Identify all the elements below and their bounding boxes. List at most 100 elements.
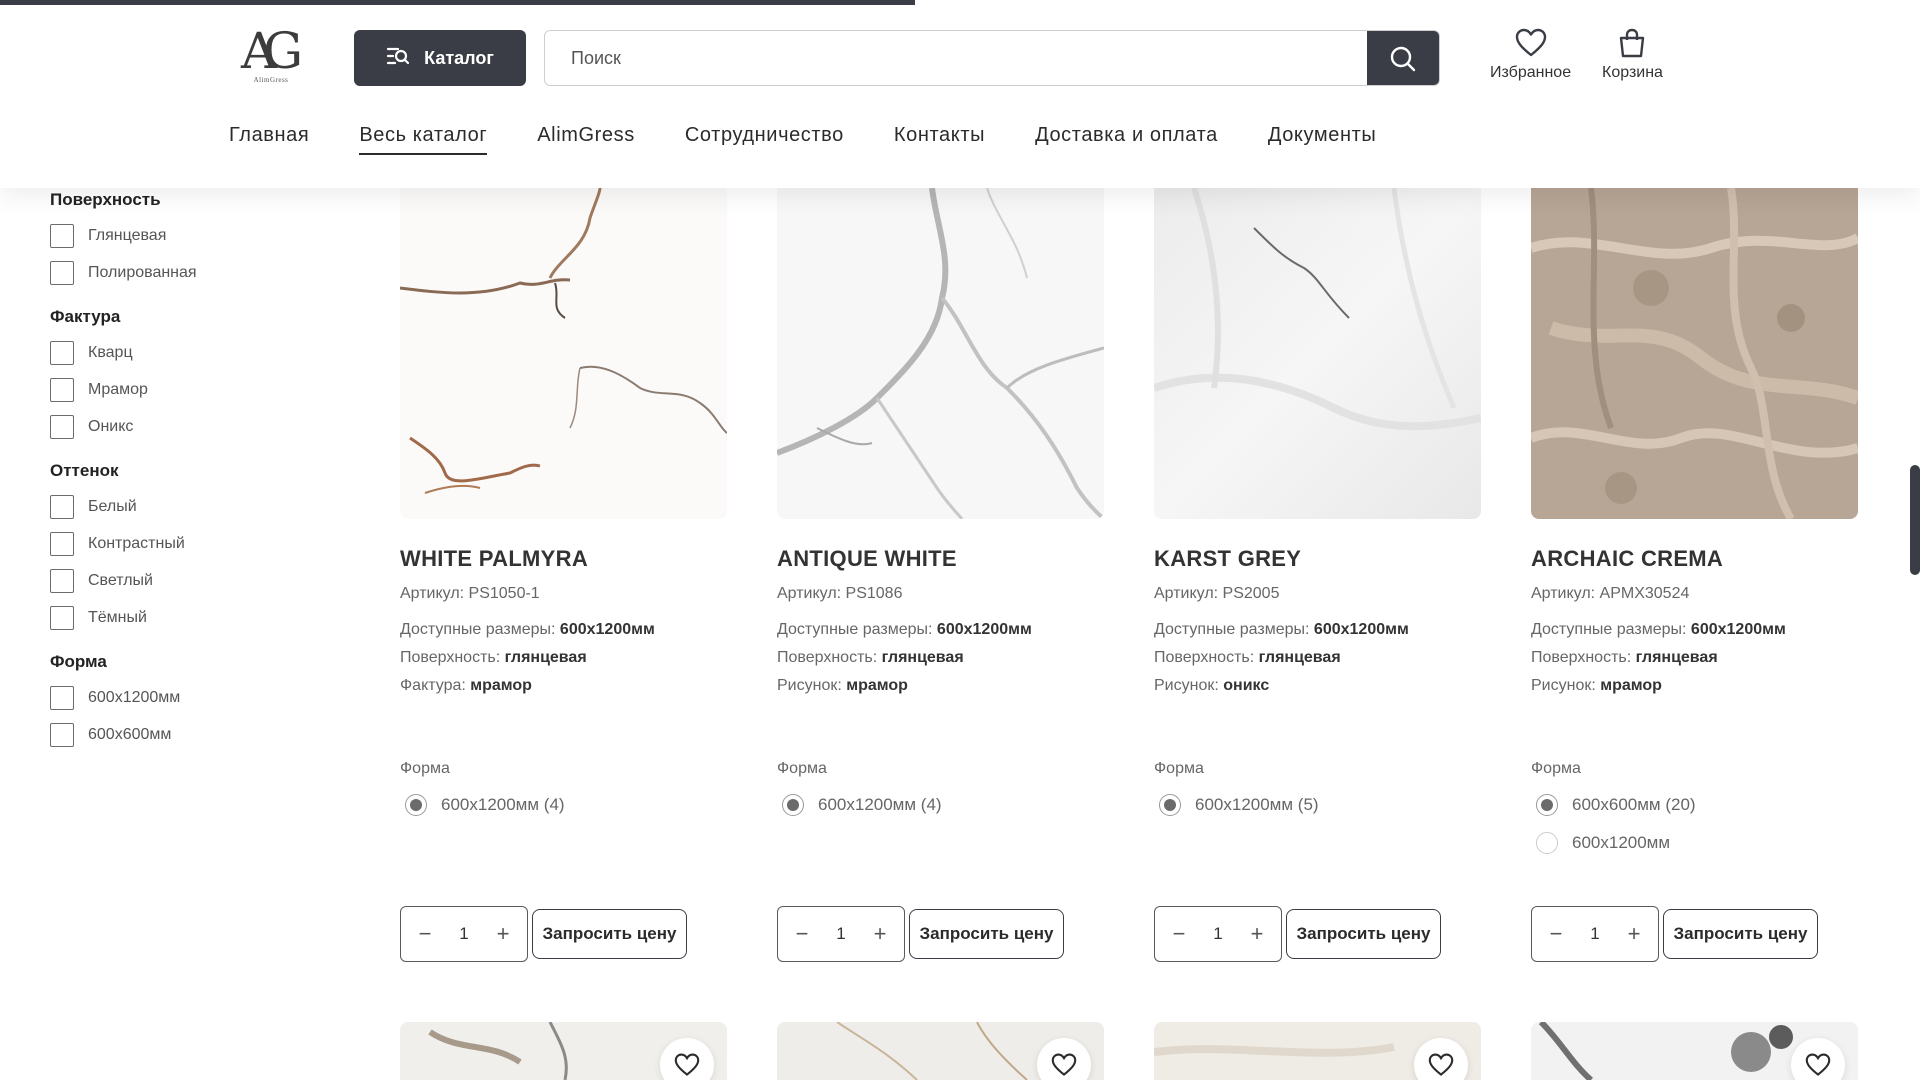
filter-option[interactable]: Тёмный — [50, 606, 330, 630]
nav-cooperation[interactable]: Сотрудничество — [685, 124, 844, 155]
checkbox[interactable] — [50, 415, 74, 439]
request-price-button[interactable]: Запросить цену — [532, 909, 687, 959]
filter-option[interactable]: Кварц — [50, 341, 330, 365]
filter-option[interactable]: Глянцевая — [50, 224, 330, 248]
spec-label: Доступные размеры: — [1531, 621, 1687, 638]
quantity-value[interactable]: 1 — [1213, 924, 1222, 944]
forma-option-label: 600x1200мм (4) — [818, 795, 942, 814]
checkbox[interactable] — [50, 341, 74, 365]
logo[interactable]: AG AlimGress — [240, 24, 303, 90]
nav-contacts[interactable]: Контакты — [894, 124, 985, 155]
spec-label: Доступные размеры: — [1154, 621, 1310, 638]
search-input[interactable] — [545, 31, 1367, 85]
product-image[interactable] — [1531, 188, 1858, 519]
forma-label: Форма — [1531, 760, 1581, 777]
forma-label: Форма — [777, 760, 827, 777]
minus-icon[interactable]: − — [792, 923, 812, 945]
quantity-value[interactable]: 1 — [1590, 924, 1599, 944]
favorites-link[interactable]: Избранное — [1490, 28, 1571, 82]
checkbox[interactable] — [50, 606, 74, 630]
filter-option[interactable]: Мрамор — [50, 378, 330, 402]
radio-button[interactable] — [1159, 794, 1181, 816]
nav-documents[interactable]: Документы — [1268, 124, 1377, 155]
checkbox[interactable] — [50, 569, 74, 593]
plus-icon[interactable]: + — [493, 923, 513, 945]
checkbox[interactable] — [50, 495, 74, 519]
spec-label: Доступные размеры: — [777, 621, 933, 638]
search-icon — [1390, 46, 1416, 72]
product-image[interactable] — [400, 188, 727, 519]
quantity-stepper: − 1 + — [1154, 906, 1282, 962]
request-price-button[interactable]: Запросить цену — [909, 909, 1064, 959]
filter-option[interactable]: Контрастный — [50, 532, 330, 556]
quantity-value[interactable]: 1 — [836, 924, 845, 944]
nav-catalog[interactable]: Весь каталог — [359, 124, 488, 155]
filter-option-label: Оникс — [88, 418, 134, 435]
filter-option[interactable]: 600x600мм — [50, 723, 330, 747]
filter-option[interactable]: Полированная — [50, 261, 330, 285]
cart-link[interactable]: Корзина — [1602, 28, 1663, 82]
product-name[interactable]: WHITE PALMYRA — [400, 546, 727, 572]
plus-icon[interactable]: + — [1624, 923, 1644, 945]
forma-option[interactable]: 600x1200мм (4) — [782, 794, 942, 816]
checkbox[interactable] — [50, 723, 74, 747]
nav-alimgress[interactable]: AlimGress — [537, 124, 635, 155]
minus-icon[interactable]: − — [1546, 923, 1566, 945]
product-surface: Поверхность: глянцевая — [777, 649, 1104, 667]
forma-option[interactable]: 600x1200мм (5) — [1159, 794, 1319, 816]
heart-icon — [674, 1053, 700, 1076]
product-name[interactable]: ARCHAIC CREMA — [1531, 546, 1858, 572]
spec-label: Рисунок: — [777, 677, 842, 694]
radio-button[interactable] — [1536, 832, 1558, 854]
search-button[interactable] — [1367, 31, 1439, 85]
radio-button[interactable] — [405, 794, 427, 816]
radio-button[interactable] — [782, 794, 804, 816]
checkbox[interactable] — [50, 224, 74, 248]
product-image[interactable] — [1154, 188, 1481, 519]
spec-value: глянцевая — [881, 649, 964, 666]
quantity-value[interactable]: 1 — [459, 924, 468, 944]
nav-home[interactable]: Главная — [229, 124, 309, 155]
forma-option[interactable]: 600x1200мм — [1536, 832, 1670, 854]
filter-option[interactable]: Светлый — [50, 569, 330, 593]
product-card: ARCHAIC CREMA Артикул: APMX30524 Доступн… — [1531, 188, 1858, 695]
checkbox[interactable] — [50, 686, 74, 710]
filter-option[interactable]: 600x1200мм — [50, 686, 330, 710]
filter-option-label: Полированная — [88, 264, 197, 281]
main-nav: Главная Весь каталог AlimGress Сотруднич… — [229, 124, 1376, 155]
filter-group-title: Форма — [50, 652, 107, 671]
checkbox[interactable] — [50, 532, 74, 556]
heart-icon — [1428, 1053, 1454, 1076]
page-scrollbar[interactable] — [1910, 465, 1920, 575]
request-price-button[interactable]: Запросить цену — [1286, 909, 1441, 959]
filter-option-label: Белый — [88, 498, 137, 515]
minus-icon[interactable]: − — [1169, 923, 1189, 945]
product-name[interactable]: ANTIQUE WHITE — [777, 546, 1104, 572]
plus-icon[interactable]: + — [1247, 923, 1267, 945]
filter-option[interactable]: Оникс — [50, 415, 330, 439]
catalog-button[interactable]: Каталог — [354, 30, 526, 86]
nav-delivery[interactable]: Доставка и оплата — [1035, 124, 1218, 155]
spec-label: Поверхность: — [1531, 649, 1632, 666]
plus-icon[interactable]: + — [870, 923, 890, 945]
forma-option[interactable]: 600x1200мм (4) — [405, 794, 565, 816]
request-price-button[interactable]: Запросить цену — [1663, 909, 1818, 959]
cart-label: Корзина — [1602, 64, 1663, 81]
radio-button[interactable] — [1536, 794, 1558, 816]
checkbox[interactable] — [50, 261, 74, 285]
heart-icon — [1051, 1053, 1077, 1076]
product-sku: Артикул: APMX30524 — [1531, 585, 1690, 602]
minus-icon[interactable]: − — [415, 923, 435, 945]
forma-option[interactable]: 600x600мм (20) — [1536, 794, 1696, 816]
product-card: ANTIQUE WHITE Артикул: PS1086 Доступные … — [777, 188, 1104, 695]
filter-option[interactable]: Белый — [50, 495, 330, 519]
quantity-stepper: − 1 + — [400, 906, 528, 962]
product-surface: Поверхность: глянцевая — [1154, 649, 1481, 667]
spec-value: мрамор — [470, 677, 532, 694]
checkbox[interactable] — [50, 378, 74, 402]
product-image[interactable] — [777, 188, 1104, 519]
product-name[interactable]: KARST GREY — [1154, 546, 1481, 572]
filter-group-surface: Поверхность Глянцевая Полированная — [50, 190, 330, 285]
spec-value: глянцевая — [1635, 649, 1718, 666]
heart-icon — [1515, 28, 1546, 57]
